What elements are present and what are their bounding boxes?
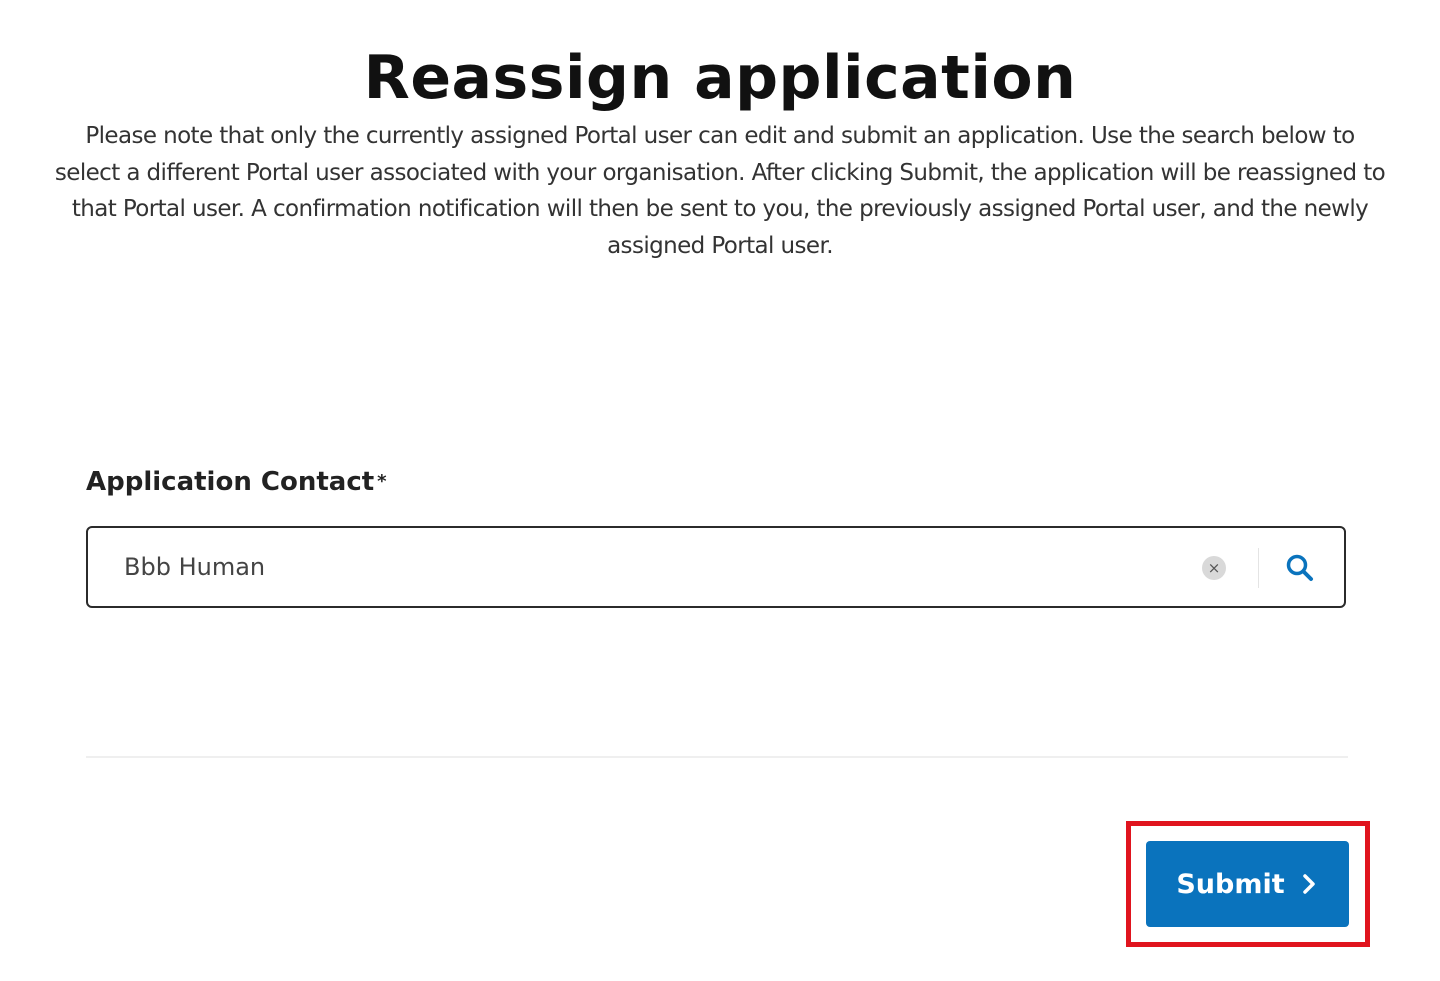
page-description: Please note that only the currently assi… bbox=[54, 123, 1386, 259]
submit-button[interactable]: Submit bbox=[1146, 841, 1349, 927]
chevron-right-icon bbox=[1299, 872, 1319, 896]
section-divider bbox=[86, 756, 1348, 758]
input-divider bbox=[1258, 548, 1259, 588]
clear-icon[interactable]: × bbox=[1202, 556, 1226, 580]
submit-button-label: Submit bbox=[1176, 868, 1285, 900]
application-contact-label: Application Contact * bbox=[86, 464, 387, 500]
application-contact-input[interactable] bbox=[124, 528, 1184, 606]
required-marker: * bbox=[377, 471, 387, 492]
application-contact-label-text: Application Contact bbox=[86, 467, 375, 497]
page-title: Reassign application bbox=[363, 43, 1077, 113]
application-contact-lookup: × bbox=[86, 526, 1346, 608]
reassign-application-page: Reassign application Please note that on… bbox=[0, 0, 1440, 981]
search-icon-graphic bbox=[1286, 554, 1313, 581]
search-icon[interactable] bbox=[1284, 552, 1316, 584]
